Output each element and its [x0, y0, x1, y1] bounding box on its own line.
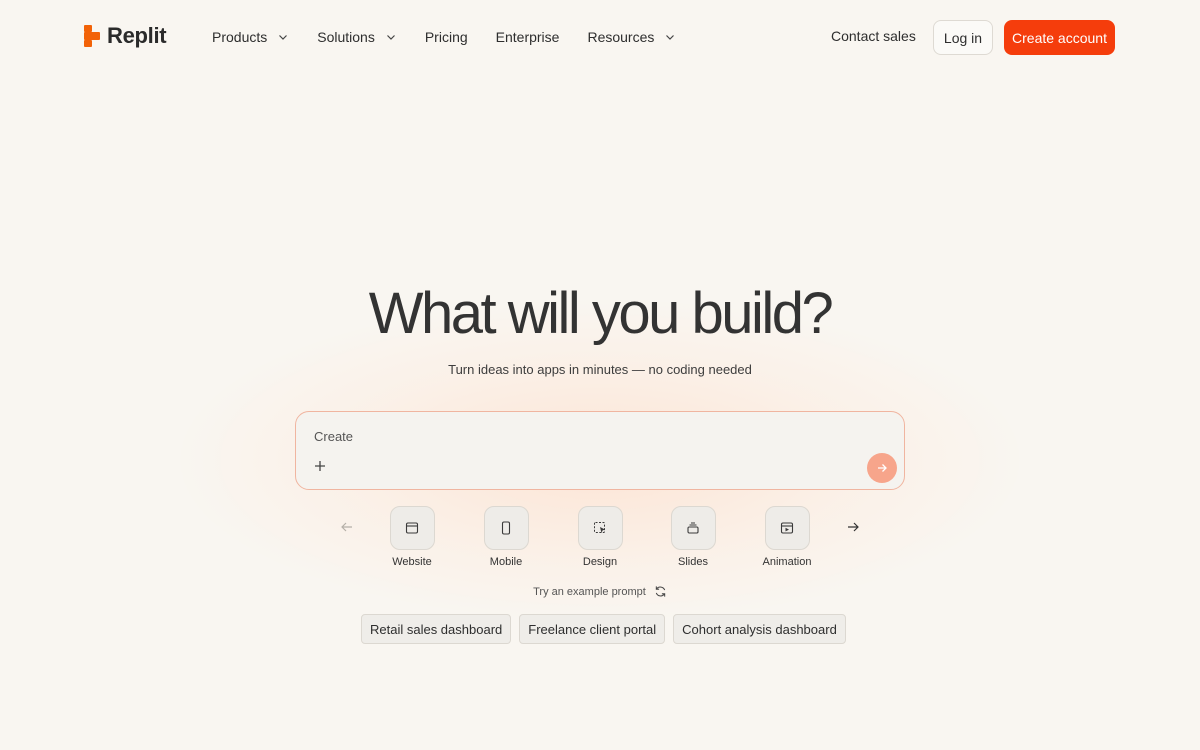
browser-window-icon [389, 506, 435, 550]
nav-resources-label: Resources [587, 29, 655, 45]
nav-products-label: Products [212, 29, 268, 45]
contact-sales-link[interactable]: Contact sales [831, 28, 916, 44]
category-label: Website [392, 556, 432, 568]
nav-enterprise[interactable]: Enterprise [496, 29, 560, 45]
replit-logo-icon [84, 25, 100, 47]
hero-subtitle: Turn ideas into apps in minutes — no cod… [448, 362, 752, 377]
example-chip[interactable]: Cohort analysis dashboard [673, 614, 846, 644]
category-mobile[interactable]: Mobile [466, 506, 546, 568]
brand-name: Replit [107, 23, 167, 48]
arrow-right-icon[interactable] [845, 519, 861, 535]
nav-solutions-label: Solutions [317, 29, 375, 45]
prompt-placeholder: Create [314, 429, 354, 444]
plus-icon[interactable] [312, 458, 328, 474]
phone-icon [483, 506, 529, 550]
example-chips: Retail sales dashboard Freelance client … [361, 614, 846, 644]
arrow-left-icon[interactable] [339, 519, 355, 535]
video-frame-icon [764, 506, 810, 550]
category-label: Mobile [489, 556, 523, 568]
arrow-right-icon [878, 464, 887, 472]
hero-title: What will you build? [368, 281, 834, 346]
category-design[interactable]: Design [560, 506, 640, 568]
example-prompt-label: Try an example prompt [533, 586, 646, 598]
prompt-input[interactable]: Create [295, 411, 905, 490]
nav-solutions[interactable]: Solutions [317, 29, 397, 45]
nav-products[interactable]: Products [212, 29, 289, 45]
nav-pricing-label: Pricing [424, 29, 468, 45]
category-website[interactable]: Website [372, 506, 452, 568]
nav-enterprise-label: Enterprise [495, 29, 560, 45]
replit-logo[interactable]: Replit [84, 22, 167, 50]
login-button[interactable]: Log in [933, 20, 993, 55]
chevron-down-icon [279, 35, 288, 40]
category-label: Animation [762, 556, 812, 568]
chevron-down-icon [386, 35, 395, 40]
send-button[interactable] [867, 453, 897, 483]
category-label: Design [582, 556, 618, 568]
nav-resources[interactable]: Resources [587, 29, 676, 45]
nav-pricing[interactable]: Pricing [425, 29, 468, 45]
top-navigation: Replit Products Solutions Pricing Enterp… [0, 0, 1200, 74]
example-chip[interactable]: Freelance client portal [519, 614, 666, 644]
category-slides[interactable]: Slides [653, 506, 733, 568]
refresh-icon[interactable] [654, 585, 667, 598]
slides-stack-icon [670, 506, 716, 550]
create-account-button[interactable]: Create account [1004, 20, 1115, 55]
design-select-icon [577, 506, 623, 550]
chevron-down-icon [666, 35, 675, 40]
main-nav: Products Solutions Pricing Enterprise Re… [212, 26, 704, 48]
category-animation[interactable]: Animation [747, 506, 827, 568]
example-chip[interactable]: Retail sales dashboard [361, 614, 512, 644]
category-label: Slides [678, 556, 708, 568]
example-prompt-row: Try an example prompt [0, 585, 1200, 598]
